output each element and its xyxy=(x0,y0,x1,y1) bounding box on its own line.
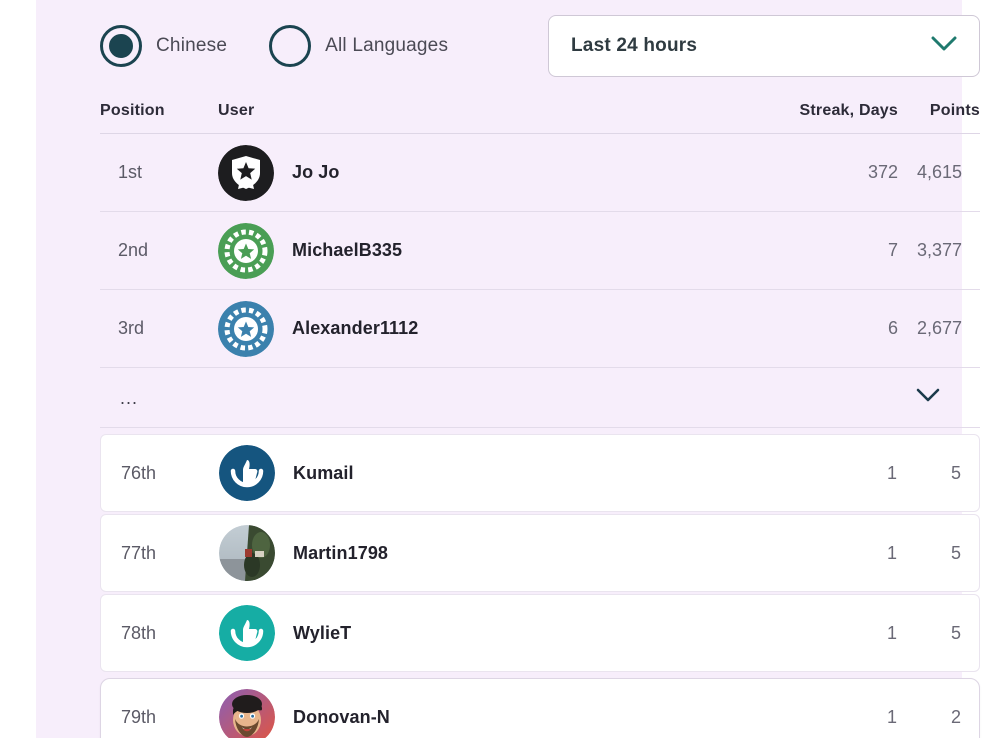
row-position: 3rd xyxy=(118,318,145,338)
radio-chinese-label: Chinese xyxy=(156,35,228,56)
row-user: Jo Jo xyxy=(218,144,748,201)
header-streak: Streak, Days xyxy=(799,101,898,119)
row-streak: 1 xyxy=(886,542,897,563)
row-username: MichaelB335 xyxy=(292,240,403,260)
leaderboard-panel: Chinese All Languages Last 24 hours Posi… xyxy=(36,0,980,738)
cartoon-avatar xyxy=(219,689,275,738)
row-position: 77th xyxy=(121,542,157,563)
row-position: 78th xyxy=(121,622,157,643)
radio-all-languages-icon[interactable] xyxy=(269,25,312,67)
row-username: WylieT xyxy=(293,622,352,643)
row-points: 3,377 xyxy=(916,240,962,260)
period-select-value: Last 24 hours xyxy=(571,35,698,56)
row-position: 79th xyxy=(121,706,157,727)
leaderboard-page: Chinese All Languages Last 24 hours Posi… xyxy=(0,0,1000,738)
chevron-down-icon[interactable] xyxy=(916,388,980,407)
row-streak: 7 xyxy=(887,240,898,260)
row-username: Alexander1112 xyxy=(292,318,419,338)
row-username: Donovan-N xyxy=(293,706,390,727)
chevron-down-icon[interactable] xyxy=(931,36,957,57)
thumbs-up-icon xyxy=(219,605,275,661)
table-row[interactable]: 1st Jo Jo 372 4,615 xyxy=(100,134,980,212)
expand-rows-button[interactable]: ... xyxy=(100,368,980,428)
row-position: 76th xyxy=(121,462,157,483)
row-user: MichaelB335 xyxy=(218,222,748,279)
row-username: Jo Jo xyxy=(292,162,340,182)
radio-chinese-icon[interactable] xyxy=(100,25,142,67)
table-row[interactable]: 77th Martin1798 1 5 xyxy=(100,514,980,592)
header-position: Position xyxy=(100,101,165,119)
table-header: Position User Streak, Days Points xyxy=(100,92,980,134)
language-radio-group: Chinese All Languages xyxy=(100,25,490,67)
row-position: 2nd xyxy=(118,240,149,260)
radio-option-chinese[interactable]: Chinese xyxy=(100,25,227,67)
row-user: Kumail xyxy=(219,445,747,501)
table-row[interactable]: 3rd Alexander1112 6 2,677 xyxy=(100,290,980,368)
row-streak: 1 xyxy=(886,622,897,643)
row-streak: 6 xyxy=(887,318,898,338)
thumbs-up-icon xyxy=(219,445,275,501)
row-points: 2 xyxy=(950,706,961,727)
row-points: 5 xyxy=(950,462,961,483)
row-user: Alexander1112 xyxy=(218,300,748,357)
badge-star-icon xyxy=(218,300,274,357)
row-username: Kumail xyxy=(293,462,354,483)
badge-star-icon xyxy=(218,222,274,279)
row-position: 1st xyxy=(118,162,143,182)
row-streak: 1 xyxy=(886,462,897,483)
row-streak: 372 xyxy=(867,162,898,182)
row-points: 4,615 xyxy=(916,162,962,182)
row-points: 5 xyxy=(950,542,961,563)
row-points: 5 xyxy=(950,622,961,643)
header-user: User xyxy=(218,101,255,119)
leaderboard-content: Chinese All Languages Last 24 hours Posi… xyxy=(100,0,980,738)
row-user: WylieT xyxy=(219,605,747,661)
table-row[interactable]: 2nd MichaelB335 7 3,377 xyxy=(100,212,980,290)
radio-option-all-languages[interactable]: All Languages xyxy=(269,25,448,67)
filter-controls: Chinese All Languages Last 24 hours xyxy=(100,0,980,92)
header-points: Points xyxy=(929,101,980,119)
table-row-current-user[interactable]: 79th Donovan-N 1 2 xyxy=(100,678,980,738)
ellipsis-label: ... xyxy=(120,387,139,408)
radio-all-languages-label: All Languages xyxy=(325,35,449,56)
photo-avatar xyxy=(219,525,275,581)
period-select[interactable]: Last 24 hours xyxy=(548,15,980,77)
row-user: Martin1798 xyxy=(219,525,747,581)
row-user: Donovan-N xyxy=(219,689,747,738)
badge-shield-icon xyxy=(218,144,274,201)
table-row[interactable]: 76th Kumail 1 5 xyxy=(100,434,980,512)
row-points: 2,677 xyxy=(916,318,962,338)
table-row[interactable]: 78th WylieT 1 5 xyxy=(100,594,980,672)
row-username: Martin1798 xyxy=(293,542,389,563)
row-streak: 1 xyxy=(886,706,897,727)
